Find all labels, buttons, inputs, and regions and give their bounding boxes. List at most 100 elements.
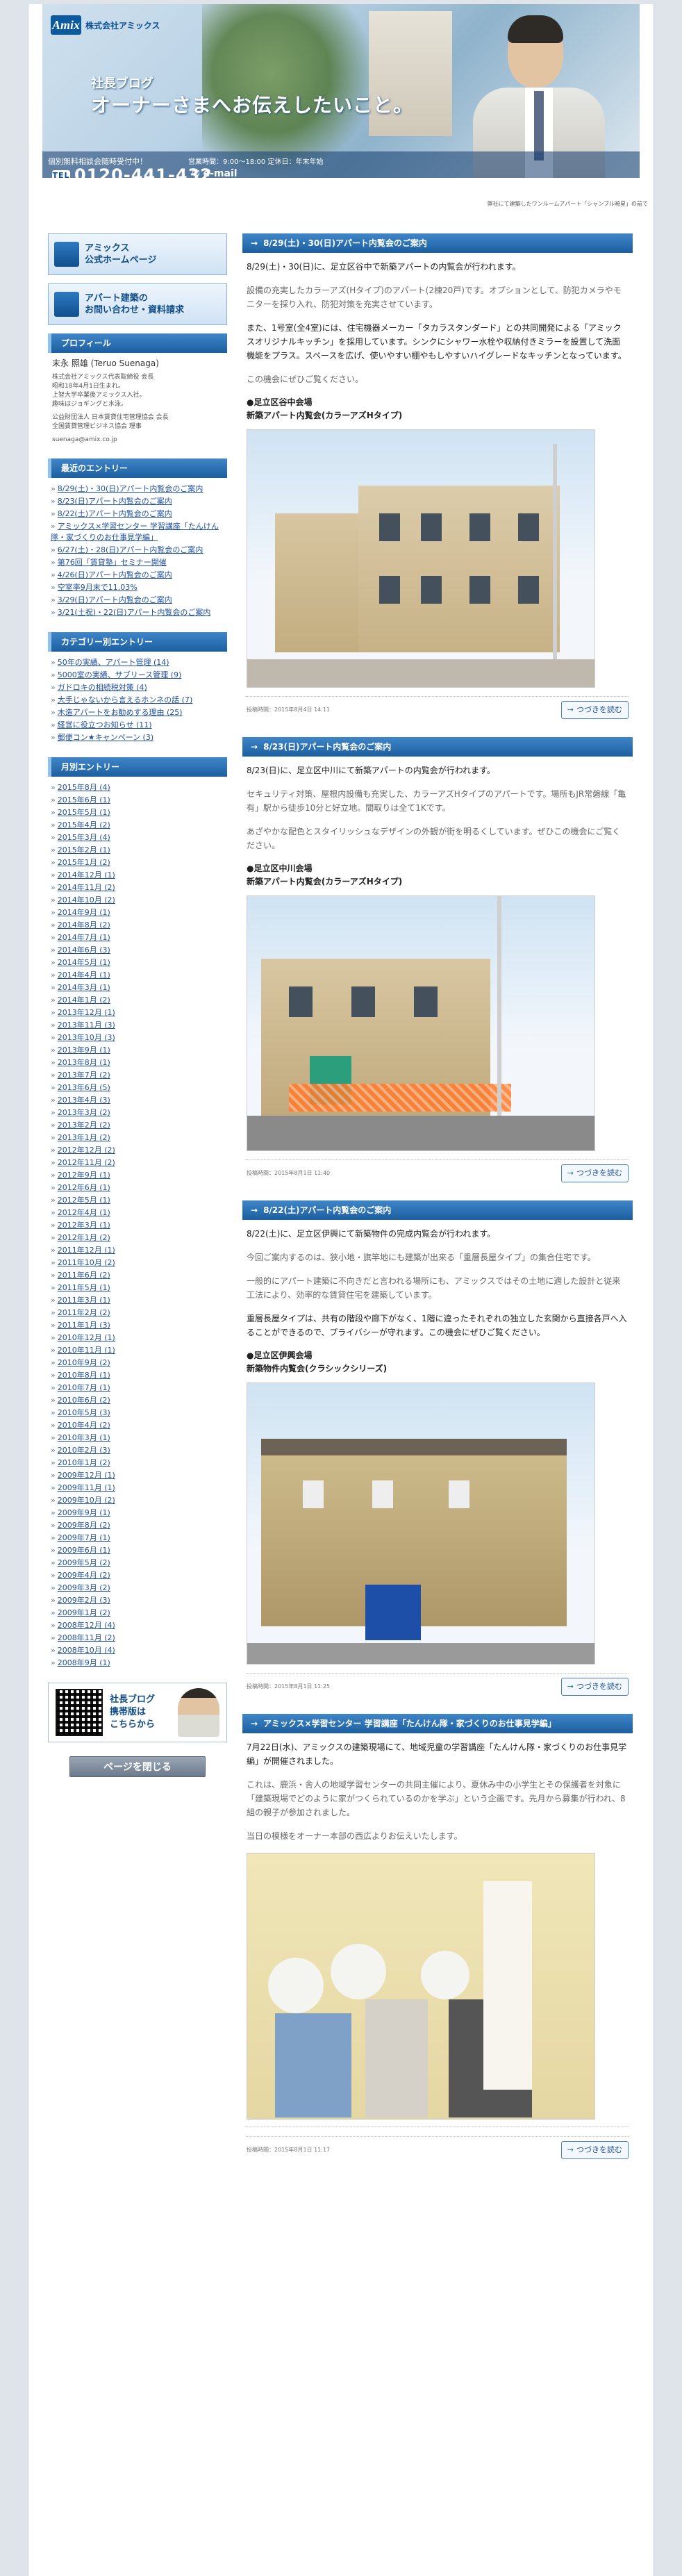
entry-link[interactable]: 2014年11月 (2) xyxy=(58,883,115,892)
entry-link[interactable]: 2014年12月 (1) xyxy=(58,870,115,880)
entry-link[interactable]: 2009年8月 (2) xyxy=(58,1521,110,1530)
month-entry[interactable]: » 2009年2月 (3) xyxy=(51,1595,224,1606)
month-entry[interactable]: » 2014年10月 (2) xyxy=(51,895,224,906)
month-entry[interactable]: » 2014年12月 (1) xyxy=(51,870,224,881)
entry-link[interactable]: 8/29(土)・30(日)アパート内覧会のご案内 xyxy=(58,484,203,493)
entry-link[interactable]: アミックス×学習センター 学習講座「たんけん隊・家づくりのお仕事見学編」 xyxy=(51,522,219,542)
entry-link[interactable]: 2010年5月 (3) xyxy=(58,1408,110,1417)
entry-link[interactable]: 2014年5月 (1) xyxy=(58,958,110,967)
entry-link[interactable]: 4/26(日)アパート内覧会のご案内 xyxy=(58,570,172,579)
month-entry[interactable]: » 2013年9月 (1) xyxy=(51,1045,224,1056)
entry-link[interactable]: 2011年1月 (3) xyxy=(58,1321,110,1330)
month-entry[interactable]: » 2008年12月 (4) xyxy=(51,1620,224,1631)
entry-link[interactable]: 2010年7月 (1) xyxy=(58,1383,110,1392)
entry-link[interactable]: 2013年1月 (2) xyxy=(58,1133,110,1142)
entry-link[interactable]: 8/22(土)アパート内覧会のご案内 xyxy=(58,509,172,518)
month-entry[interactable]: » 2009年9月 (1) xyxy=(51,1508,224,1519)
entry-link[interactable]: 2015年6月 (1) xyxy=(58,795,110,804)
amix-logo[interactable]: Amix 株式会社アミックス xyxy=(51,13,160,38)
entry-link[interactable]: 2013年4月 (3) xyxy=(58,1096,110,1105)
entry-link[interactable]: 経営に役立つお知らせ (11) xyxy=(58,720,152,729)
entry-link[interactable]: 2009年9月 (1) xyxy=(58,1508,110,1517)
month-entry[interactable]: » 2010年12月 (1) xyxy=(51,1332,224,1344)
entry-link[interactable]: 2009年11月 (1) xyxy=(58,1483,115,1492)
post-title[interactable]: → 8/29(土)・30(日)アパート内覧会のご案内 xyxy=(242,233,633,253)
entry-link[interactable]: 大手じゃないから言えるホンネの話 (7) xyxy=(58,695,193,704)
month-entry[interactable]: » 2013年8月 (1) xyxy=(51,1057,224,1068)
entry-link[interactable]: 2009年10月 (2) xyxy=(58,1496,115,1505)
entry-link[interactable]: 6/27(土)・28(日)アパート内覧会のご案内 xyxy=(58,545,203,554)
month-entry[interactable]: » 2009年10月 (2) xyxy=(51,1495,224,1506)
category-entry[interactable]: » 50年の実績、アパート管理 (14) xyxy=(51,657,224,668)
month-entry[interactable]: » 2015年8月 (4) xyxy=(51,782,224,793)
entry-link[interactable]: 2015年8月 (4) xyxy=(58,783,110,792)
month-entry[interactable]: » 2015年4月 (2) xyxy=(51,820,224,831)
month-entry[interactable]: » 2010年11月 (1) xyxy=(51,1345,224,1356)
close-page-button[interactable]: ページを閉じる xyxy=(69,1756,206,1777)
month-entry[interactable]: » 2012年12月 (2) xyxy=(51,1145,224,1156)
read-more-button[interactable]: → つづきを読む xyxy=(560,1164,629,1182)
entry-link[interactable]: 2010年2月 (3) xyxy=(58,1446,110,1455)
entry-link[interactable]: 2013年6月 (5) xyxy=(58,1083,110,1092)
month-entry[interactable]: » 2012年1月 (2) xyxy=(51,1232,224,1244)
entry-link[interactable]: 2014年3月 (1) xyxy=(58,983,110,992)
entry-link[interactable]: 2014年1月 (2) xyxy=(58,996,110,1005)
month-entry[interactable]: » 2009年11月 (1) xyxy=(51,1483,224,1494)
entry-link[interactable]: 2012年1月 (2) xyxy=(58,1233,110,1242)
entry-link[interactable]: 2009年7月 (1) xyxy=(58,1533,110,1542)
month-entry[interactable]: » 2015年1月 (2) xyxy=(51,857,224,868)
recent-entry[interactable]: » 3/21(土祝)・22(日)アパート内覧会のご案内 xyxy=(51,607,224,618)
recent-entry[interactable]: » アミックス×学習センター 学習講座「たんけん隊・家づくりのお仕事見学編」 xyxy=(51,521,224,543)
month-entry[interactable]: » 2012年3月 (1) xyxy=(51,1220,224,1231)
entry-link[interactable]: 2014年7月 (1) xyxy=(58,933,110,942)
profile-email[interactable]: suenaga@amix.co.jp xyxy=(52,436,223,445)
month-entry[interactable]: » 2012年11月 (2) xyxy=(51,1157,224,1169)
month-entry[interactable]: » 2011年10月 (2) xyxy=(51,1257,224,1269)
entry-link[interactable]: 2013年9月 (1) xyxy=(58,1046,110,1055)
entry-link[interactable]: 3/29(日)アパート内覧会のご案内 xyxy=(58,595,172,604)
entry-link[interactable]: 5000室の実績、サブリース管理 (9) xyxy=(58,670,182,679)
entry-link[interactable]: 2010年11月 (1) xyxy=(58,1346,115,1355)
month-entry[interactable]: » 2010年7月 (1) xyxy=(51,1382,224,1394)
entry-link[interactable]: 2009年4月 (2) xyxy=(58,1571,110,1580)
entry-link[interactable]: 2013年10月 (3) xyxy=(58,1033,115,1042)
entry-link[interactable]: 2010年6月 (2) xyxy=(58,1396,110,1405)
month-entry[interactable]: » 2013年4月 (3) xyxy=(51,1095,224,1106)
month-entry[interactable]: » 2014年3月 (1) xyxy=(51,982,224,993)
month-entry[interactable]: » 2009年3月 (2) xyxy=(51,1583,224,1594)
month-entry[interactable]: » 2009年7月 (1) xyxy=(51,1533,224,1544)
entry-link[interactable]: 2008年9月 (1) xyxy=(58,1658,110,1667)
entry-link[interactable]: 2010年12月 (1) xyxy=(58,1333,115,1342)
month-entry[interactable]: » 2009年4月 (2) xyxy=(51,1570,224,1581)
entry-link[interactable]: 郵便コン★キャンペーン (3) xyxy=(58,733,153,742)
entry-link[interactable]: 2009年2月 (3) xyxy=(58,1596,110,1605)
entry-link[interactable]: 2010年4月 (2) xyxy=(58,1421,110,1430)
month-entry[interactable]: » 2008年9月 (1) xyxy=(51,1658,224,1669)
month-entry[interactable]: » 2013年7月 (2) xyxy=(51,1070,224,1081)
entry-link[interactable]: 2009年3月 (2) xyxy=(58,1583,110,1592)
entry-link[interactable]: 2009年1月 (2) xyxy=(58,1608,110,1617)
entry-link[interactable]: 2012年4月 (1) xyxy=(58,1208,110,1217)
entry-link[interactable]: 2011年6月 (2) xyxy=(58,1271,110,1280)
category-entry[interactable]: » 郵便コン★キャンペーン (3) xyxy=(51,732,224,743)
month-entry[interactable]: » 2013年3月 (2) xyxy=(51,1107,224,1118)
entry-link[interactable]: 第76回「賃貸塾」セミナー開催 xyxy=(58,558,167,567)
month-entry[interactable]: » 2013年12月 (1) xyxy=(51,1007,224,1018)
entry-link[interactable]: 2013年3月 (2) xyxy=(58,1108,110,1117)
entry-link[interactable]: 2014年10月 (2) xyxy=(58,895,115,905)
entry-link[interactable]: 2009年6月 (1) xyxy=(58,1546,110,1555)
entry-link[interactable]: 2010年1月 (2) xyxy=(58,1458,110,1467)
entry-link[interactable]: 2010年8月 (1) xyxy=(58,1371,110,1380)
entry-link[interactable]: 2008年10月 (4) xyxy=(58,1646,115,1655)
entry-link[interactable]: 2008年12月 (4) xyxy=(58,1621,115,1630)
read-more-button[interactable]: → つづきを読む xyxy=(560,1678,629,1696)
month-entry[interactable]: » 2010年6月 (2) xyxy=(51,1395,224,1406)
entry-link[interactable]: 2012年12月 (2) xyxy=(58,1146,115,1155)
entry-link[interactable]: 2011年5月 (1) xyxy=(58,1283,110,1292)
month-entry[interactable]: » 2014年11月 (2) xyxy=(51,882,224,893)
entry-link[interactable]: 2014年6月 (3) xyxy=(58,946,110,955)
entry-link[interactable]: 2014年9月 (1) xyxy=(58,908,110,917)
month-entry[interactable]: » 2008年11月 (2) xyxy=(51,1633,224,1644)
month-entry[interactable]: » 2015年3月 (4) xyxy=(51,832,224,843)
post-title[interactable]: → アミックス×学習センター 学習講座「たんけん隊・家づくりのお仕事見学編」 xyxy=(242,1714,633,1733)
